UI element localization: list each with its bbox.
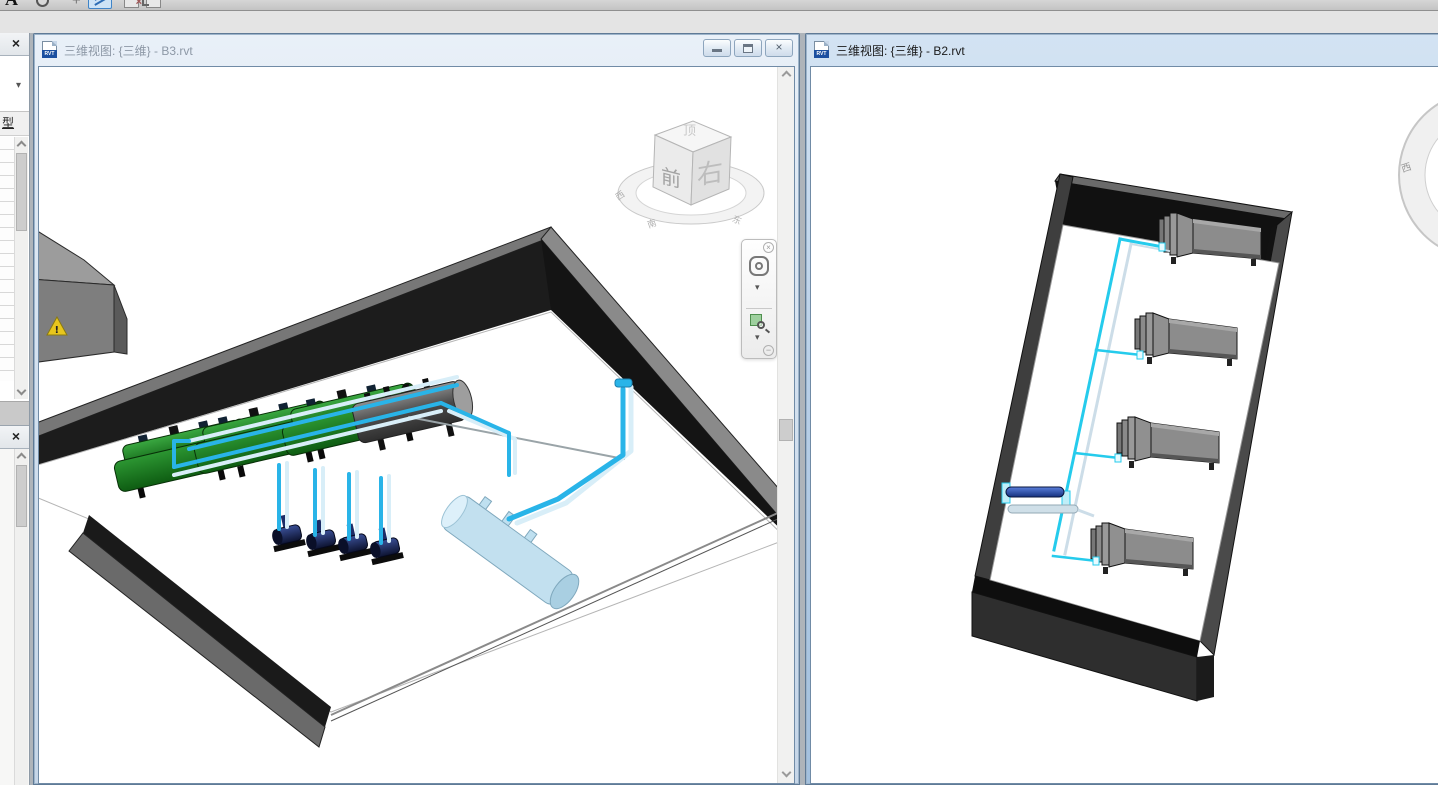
svg-text:!: ! — [55, 325, 60, 336]
magnifier-icon[interactable] — [757, 321, 765, 329]
b2-viewcube-partial[interactable]: 西 — [1399, 91, 1438, 259]
b3-room-walls[interactable] — [39, 227, 779, 747]
view-window-b2[interactable]: RVT 三维视图: {三维} - B2.rvt — [805, 33, 1438, 785]
scroll-down-icon[interactable] — [17, 386, 27, 396]
project-browser-close-button[interactable]: × — [7, 428, 25, 446]
paint-tool-icon[interactable] — [36, 0, 49, 7]
b2-window-title: 三维视图: {三维} - B2.rvt — [836, 42, 965, 59]
navbar-divider — [746, 308, 772, 309]
chevron-down-icon[interactable]: ▾ — [755, 332, 760, 343]
delete-tool-icon[interactable]: × — [124, 0, 139, 8]
b2-scene: 西 — [811, 67, 1438, 784]
viewcube-right-label: 右 — [697, 157, 723, 191]
scroll-down-icon[interactable] — [778, 767, 795, 783]
b2-titlebar[interactable]: RVT 三维视图: {三维} - B2.rvt — [806, 34, 1438, 64]
ribbon-lower-strip — [0, 11, 1438, 33]
text-tool-icon[interactable]: A — [5, 0, 18, 11]
b3-titlebar[interactable]: RVT 三维视图: {三维} - B3.rvt × — [34, 34, 799, 64]
rvt-file-icon: RVT — [42, 41, 57, 58]
navigation-bar[interactable]: × ▾ ▾ − — [741, 239, 777, 359]
properties-scrollbar[interactable] — [14, 137, 28, 399]
viewcube[interactable]: 西 南 东 顶 前 右 — [615, 107, 769, 233]
edit-type-link-clipped[interactable]: 型 — [0, 112, 29, 136]
chevron-down-icon[interactable]: ▾ — [755, 282, 760, 293]
scroll-up-icon[interactable] — [17, 141, 27, 151]
active-highlighted-tool-icon[interactable] — [88, 0, 112, 9]
scroll-up-icon[interactable] — [17, 453, 27, 463]
close-button[interactable]: × — [765, 39, 793, 57]
b3-3d-viewport[interactable]: ! — [38, 66, 795, 784]
minimize-button[interactable] — [703, 39, 731, 57]
restore-button[interactable] — [734, 39, 762, 57]
scrollbar-thumb[interactable] — [16, 153, 27, 231]
scrollbar-thumb[interactable] — [16, 465, 27, 527]
project-browser-scrollbar[interactable] — [14, 449, 28, 785]
scrollbar-thumb[interactable] — [779, 419, 793, 441]
navbar-close-icon[interactable]: × — [763, 242, 774, 253]
b3-vertical-scrollbar[interactable] — [777, 67, 794, 783]
b2-3d-viewport[interactable]: 西 — [810, 66, 1438, 784]
navbar-collapse-icon[interactable]: − — [763, 345, 774, 356]
panel-resize-strip[interactable] — [0, 401, 29, 425]
b3-exterior-box[interactable] — [39, 227, 127, 363]
chevron-down-icon[interactable]: ▾ — [16, 80, 21, 91]
import-tool-icon[interactable] — [146, 0, 161, 8]
scroll-up-icon[interactable] — [778, 67, 795, 83]
property-rows-clipped — [0, 137, 14, 381]
project-browser-edge: × — [0, 425, 29, 785]
project-browser-header: × — [0, 426, 29, 449]
properties-close-button[interactable]: × — [7, 35, 25, 53]
ribbon-toolbar-clipped: A + × — [0, 0, 1438, 11]
properties-panel-edge: × ▾ 型 — [0, 33, 29, 425]
b3-window-title: 三维视图: {三维} - B3.rvt — [64, 42, 193, 59]
type-selector-clipped[interactable]: ▾ — [0, 56, 29, 112]
side-panels-clipped: × ▾ 型 × — [0, 33, 30, 785]
rvt-file-icon: RVT — [814, 41, 829, 58]
view-window-b3[interactable]: RVT 三维视图: {三维} - B3.rvt × — [33, 33, 800, 785]
viewcube-top-label: 顶 — [683, 124, 696, 139]
steering-wheel-icon[interactable] — [749, 256, 769, 276]
properties-panel-header: × — [0, 33, 29, 56]
viewcube-front-label: 前 — [661, 164, 681, 193]
add-tool-icon[interactable]: + — [72, 0, 81, 11]
